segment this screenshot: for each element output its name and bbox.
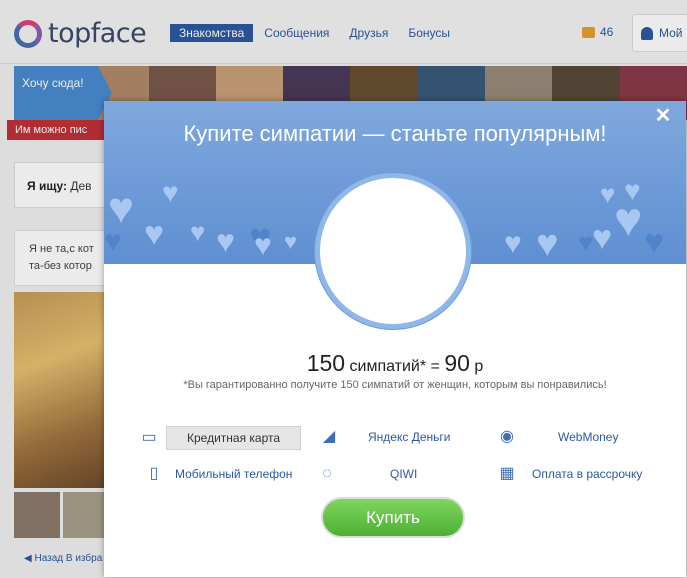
heart-icon: ♥ xyxy=(644,223,665,261)
heart-icon: ♥ xyxy=(284,229,298,254)
pay-qiwi-label: QIWI xyxy=(390,467,418,481)
heart-icon: ♥ xyxy=(190,217,206,247)
pay-mobile-phone-label: Мобильный телефон xyxy=(175,467,293,481)
likes-amount: 150 xyxy=(306,350,346,376)
pay-installments[interactable]: ▦ Оплата в рассрочку xyxy=(498,465,642,483)
likes-unit: симпатий* xyxy=(349,358,427,375)
heart-icon: ♥ xyxy=(216,223,235,259)
webmoney-icon: ◉ xyxy=(500,428,514,445)
calendar-icon: ▦ xyxy=(499,465,515,482)
yandex-money-icon: ◢ xyxy=(322,428,336,445)
pay-yandex-money-label: Яндекс Деньги xyxy=(368,430,451,444)
heart-icon: ♥ xyxy=(592,219,613,257)
pay-qiwi[interactable]: ◌ QIWI xyxy=(318,465,417,483)
heart-icon: ♥ xyxy=(144,215,165,253)
pay-credit-card[interactable]: ▭ Кредитная карта xyxy=(140,426,302,450)
heart-icon: ♥ xyxy=(624,175,641,206)
price-value: 90 xyxy=(444,350,470,376)
modal-title: Купите симпатии — станьте популярным! xyxy=(183,121,607,146)
close-icon[interactable]: ✕ xyxy=(654,106,672,126)
heart-icon: ♥ xyxy=(504,227,522,260)
mobile-phone-icon: ▯ xyxy=(149,465,159,482)
purchase-modal: ♥ ♥ ♥ ♥ ♥ ♥ ♥ ♥ ♥ ♥ ♥ ♥ ♥ ♥ ♥ ♥ ♥ Купите… xyxy=(104,101,686,577)
qiwi-icon: ◌ xyxy=(322,465,332,482)
credit-card-icon: ▭ xyxy=(141,429,157,446)
buy-button[interactable]: Купить xyxy=(321,497,465,538)
pay-webmoney[interactable]: ◉ WebMoney xyxy=(498,428,618,446)
pay-yandex-money[interactable]: ◢ Яндекс Деньги xyxy=(320,428,451,446)
pay-installments-label: Оплата в рассрочку xyxy=(532,467,643,481)
price-line: 150 симпатий* = 90 р xyxy=(104,350,686,377)
avatar xyxy=(315,173,471,329)
heart-icon: ♥ xyxy=(254,229,272,262)
guarantee-note: *Вы гарантированно получите 150 симпатий… xyxy=(183,379,607,391)
heart-icon: ♥ xyxy=(536,223,559,264)
heart-icon: ♥ xyxy=(162,177,179,208)
equals-sign: = xyxy=(430,358,440,375)
pay-webmoney-label: WebMoney xyxy=(558,430,619,444)
heart-icon: ♥ xyxy=(104,225,122,258)
pay-credit-card-label: Кредитная карта xyxy=(166,426,302,450)
pay-mobile-phone[interactable]: ▯ Мобильный телефон xyxy=(145,465,293,483)
price-currency: р xyxy=(474,358,484,375)
